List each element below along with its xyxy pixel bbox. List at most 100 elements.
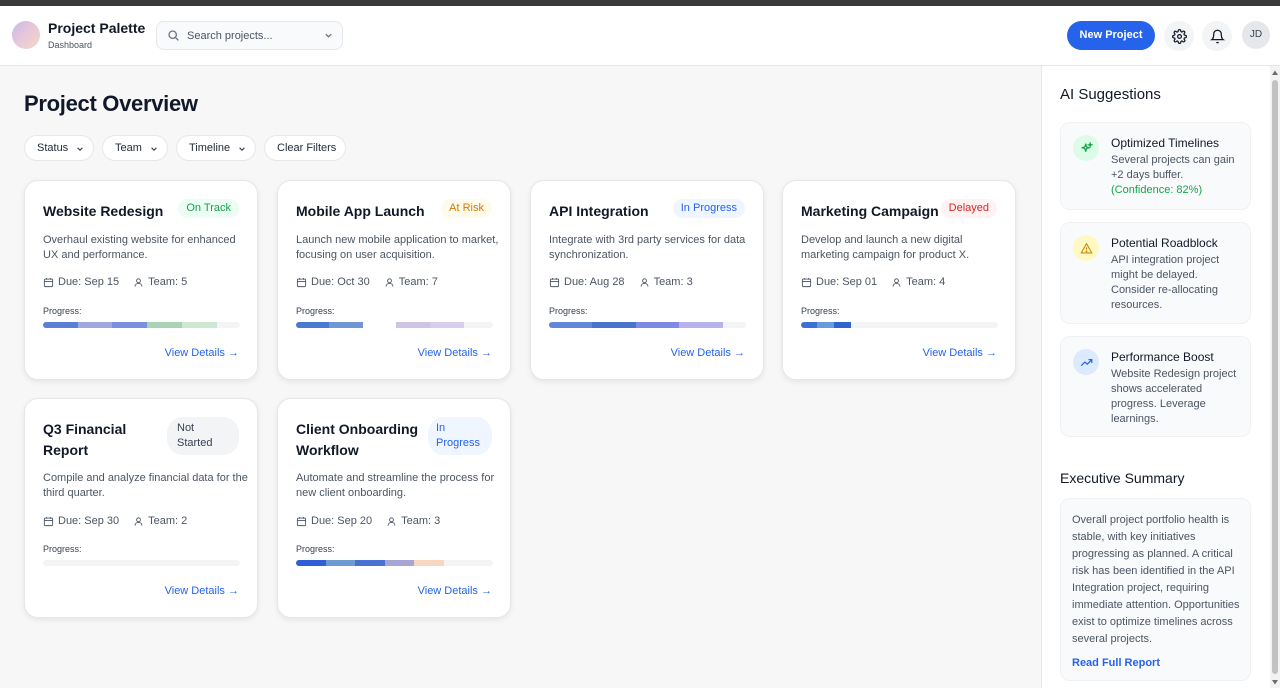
project-card-marketing-campaign[interactable]: Marketing Campaign Delayed Develop and l… (782, 180, 1016, 380)
progress-segment (549, 322, 593, 328)
bell-icon (1209, 29, 1225, 43)
filter-team[interactable]: Team (102, 135, 168, 161)
progress-segment (414, 560, 445, 566)
due-date: Due: Aug 28 (564, 276, 625, 288)
view-details-link[interactable]: View Details → (418, 347, 492, 359)
app-subtitle: Dashboard (48, 40, 93, 50)
status-badge: In Progress (428, 417, 492, 455)
scroll-up-arrow-icon[interactable] (1271, 69, 1279, 77)
search-input[interactable]: Search projects... (156, 21, 343, 50)
user-icon (134, 516, 143, 526)
project-card-q3-financial-report[interactable]: Q3 Financial Report Not Started Compile … (24, 398, 258, 618)
progress-bar (801, 322, 998, 328)
progress-bar (43, 322, 240, 328)
filter-timeline[interactable]: Timeline (176, 135, 256, 161)
notifications-button[interactable] (1202, 21, 1232, 51)
progress-segment (329, 322, 364, 328)
progress-segment (355, 560, 386, 566)
trending-up-icon (1080, 358, 1092, 366)
progress-segment (296, 560, 327, 566)
suggestion-body: Website Redesign project shows accelerat… (1111, 368, 1237, 425)
progress-segment (43, 322, 79, 328)
view-details-link[interactable]: View Details → (165, 347, 239, 359)
due-date: Due: Sep 01 (816, 276, 878, 288)
card-title: API Integration (549, 203, 649, 219)
scrollbar[interactable] (1270, 66, 1280, 688)
view-details-link[interactable]: View Details → (165, 585, 239, 597)
progress-segment (325, 560, 356, 566)
view-details-link[interactable]: View Details → (671, 347, 745, 359)
progress-label: Progress: (801, 306, 840, 316)
progress-bar (43, 560, 240, 566)
view-details-link[interactable]: View Details → (418, 585, 492, 597)
suggestion-body: API integration project might be delayed… (1111, 254, 1220, 311)
chevron-down-icon (77, 147, 83, 151)
card-meta: Due: Sep 15 Team: 5 (43, 276, 187, 288)
project-card-mobile-app-launch[interactable]: Mobile App Launch At Risk Launch new mob… (277, 180, 511, 380)
app-header: Project Palette Dashboard Search project… (0, 6, 1280, 66)
avatar[interactable]: JD (1242, 21, 1270, 49)
progress-segment (296, 322, 330, 328)
suggestion-icon-wrap (1073, 349, 1099, 375)
progress-segment (833, 322, 851, 328)
clear-filters-button[interactable]: Clear Filters (264, 135, 346, 161)
progress-segment (362, 322, 397, 328)
scrollbar-thumb[interactable] (1272, 80, 1278, 674)
executive-summary-text: Overall project portfolio health is stab… (1072, 514, 1240, 645)
due-date: Due: Sep 15 (58, 276, 120, 288)
suggestion-card-performance-boost[interactable]: Performance Boost Website Redesign proje… (1060, 336, 1251, 437)
warning-icon (1080, 242, 1092, 254)
suggestion-card-optimized-timelines[interactable]: Optimized Timelines Several projects can… (1060, 122, 1251, 210)
ai-suggestions-title: AI Suggestions (1060, 86, 1161, 103)
progress-segment (112, 322, 148, 328)
suggestion-body: Several projects can gain +2 days buffer… (1111, 153, 1239, 198)
team-size: Team: 3 (653, 276, 693, 288)
team-size: Team: 3 (401, 515, 441, 527)
suggestion-icon-wrap (1073, 135, 1099, 161)
filter-label: Timeline (189, 142, 231, 154)
filter-label: Clear Filters (277, 142, 337, 154)
project-card-client-onboarding-workflow[interactable]: Client Onboarding Workflow In Progress A… (277, 398, 511, 618)
calendar-icon (43, 277, 54, 287)
progress-segment (384, 560, 415, 566)
progress-segment (817, 322, 835, 328)
project-card-website-redesign[interactable]: Website Redesign On Track Overhaul exist… (24, 180, 258, 380)
project-card-api-integration[interactable]: API Integration In Progress Integrate wi… (530, 180, 764, 380)
card-title: Mobile App Launch (296, 203, 425, 219)
progress-label: Progress: (43, 544, 82, 554)
progress-segment (679, 322, 723, 328)
right-sidebar: AI Suggestions Optimized Timelines Sever… (1041, 66, 1270, 688)
page-title: Project Overview (24, 91, 198, 116)
progress-segment (181, 322, 217, 328)
card-description: Compile and analyze financial data for t… (43, 472, 248, 499)
search-placeholder: Search projects... (187, 30, 273, 42)
card-meta: Due: Sep 01 Team: 4 (801, 276, 945, 288)
calendar-icon (549, 277, 560, 287)
suggestion-card-potential-roadblock[interactable]: Potential Roadblock API integration proj… (1060, 222, 1251, 324)
progress-label: Progress: (296, 544, 335, 554)
new-project-button[interactable]: New Project (1067, 21, 1155, 50)
calendar-icon (43, 516, 54, 526)
progress-segment (77, 322, 113, 328)
team-size: Team: 2 (148, 515, 188, 527)
user-icon (892, 277, 901, 287)
scroll-down-arrow-icon[interactable] (1271, 678, 1279, 686)
calendar-icon (296, 516, 307, 526)
suggestion-title: Optimized Timelines (1111, 136, 1220, 150)
search-icon (168, 30, 179, 41)
read-full-report-link[interactable]: Read Full Report (1072, 657, 1160, 669)
status-badge: Not Started (167, 417, 239, 455)
chevron-down-icon (151, 147, 157, 151)
due-date: Due: Oct 30 (311, 276, 370, 288)
progress-bar (296, 560, 493, 566)
due-date: Due: Sep 20 (311, 515, 373, 527)
settings-button[interactable] (1164, 21, 1194, 51)
executive-summary-title: Executive Summary (1060, 470, 1185, 486)
filter-status[interactable]: Status (24, 135, 94, 161)
chevron-down-icon (325, 33, 332, 38)
view-details-link[interactable]: View Details → (923, 347, 997, 359)
card-title: Q3 Financial Report (43, 421, 127, 458)
progress-segment (429, 322, 464, 328)
app-title: Project Palette (48, 20, 146, 36)
suggestion-icon-wrap (1073, 235, 1099, 261)
